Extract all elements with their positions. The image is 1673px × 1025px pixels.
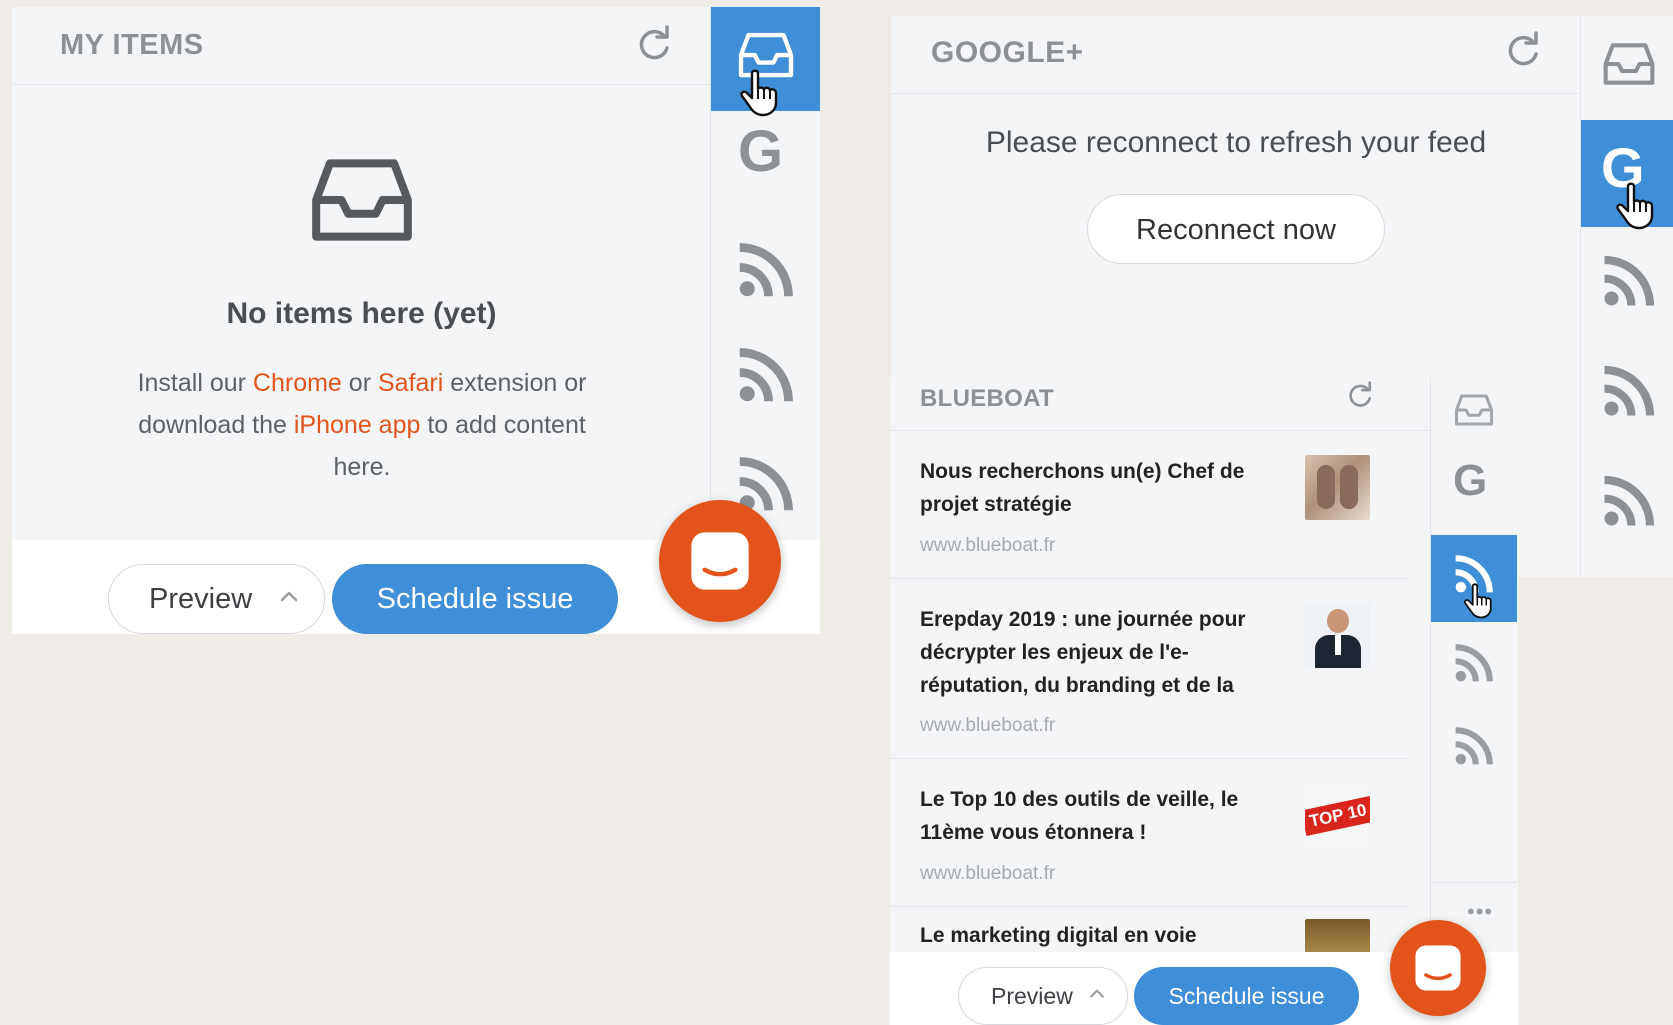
feed-item-source: www.blueboat.fr xyxy=(920,535,1056,556)
my-items-panel: MY ITEMS No items here (yet) Install our… xyxy=(12,7,820,634)
sidebar-item-rss-2[interactable] xyxy=(1581,341,1673,441)
rss-icon xyxy=(1601,253,1657,309)
reconnect-notice: Please reconnect to refresh your feed xyxy=(985,126,1487,159)
feed-item-title: Erepday 2019 : une journée pour décrypte… xyxy=(920,608,1246,697)
rss-icon xyxy=(736,345,796,405)
rss-icon xyxy=(1453,725,1495,767)
preview-button[interactable]: Preview xyxy=(108,564,325,634)
source-sidebar: G xyxy=(711,7,820,540)
panel-title: BLUEBOAT xyxy=(920,385,1054,412)
empty-text-part: Install our xyxy=(137,369,253,397)
feed-item-thumbnail xyxy=(1305,603,1370,668)
empty-state-text: Install our Chrome or Safari extension o… xyxy=(132,362,592,488)
empty-text-part: or xyxy=(341,369,378,397)
feed-item-source: www.blueboat.fr xyxy=(920,863,1056,884)
sidebar-item-my-items[interactable] xyxy=(1431,377,1517,447)
chat-icon xyxy=(1412,942,1464,994)
preview-button[interactable]: Preview xyxy=(958,967,1128,1025)
more-options-icon[interactable]: ••• xyxy=(1467,899,1493,925)
blueboat-header: BLUEBOAT xyxy=(890,377,1430,431)
google-icon: G xyxy=(1453,456,1488,505)
feed-item-thumbnail: TOP 10 xyxy=(1305,783,1370,848)
rss-icon xyxy=(1601,363,1657,419)
hand-cursor-icon xyxy=(739,69,779,117)
chat-button[interactable] xyxy=(1390,920,1486,1016)
preview-label: Preview xyxy=(991,983,1073,1009)
refresh-icon[interactable] xyxy=(634,25,674,65)
sidebar-item-rss-1[interactable] xyxy=(711,222,820,322)
google-icon: G xyxy=(738,119,784,184)
feed-item-thumbnail xyxy=(1305,455,1370,520)
chat-button[interactable] xyxy=(659,500,781,622)
chrome-link[interactable]: Chrome xyxy=(253,369,342,397)
source-sidebar: G xyxy=(1581,16,1673,577)
sidebar-item-google[interactable]: G xyxy=(1431,449,1517,529)
empty-inbox-icon xyxy=(302,145,422,255)
safari-link[interactable]: Safari xyxy=(378,369,443,397)
sidebar-divider xyxy=(1431,882,1517,883)
blueboat-panel: BLUEBOAT Nous recherchons un(e) Chef de … xyxy=(890,377,1518,1025)
rss-icon xyxy=(1601,473,1657,529)
reconnect-now-button[interactable]: Reconnect now xyxy=(1087,194,1385,264)
sidebar-item-my-items[interactable] xyxy=(711,7,820,111)
chevron-up-icon xyxy=(277,585,301,609)
sidebar-item-google[interactable]: G xyxy=(711,117,820,217)
feed-item[interactable]: Le marketing digital en voie xyxy=(890,907,1410,952)
thumbnail-text: TOP 10 xyxy=(1305,796,1370,836)
feed-item[interactable]: Le Top 10 des outils de veille, le 11ème… xyxy=(890,759,1410,907)
inbox-icon xyxy=(1601,36,1657,92)
refresh-icon[interactable] xyxy=(1345,381,1375,411)
hand-cursor-icon xyxy=(1463,583,1493,619)
rss-icon xyxy=(1453,642,1495,684)
iphone-app-link[interactable]: iPhone app xyxy=(294,411,421,439)
google-plus-header: GOOGLE+ xyxy=(891,16,1581,94)
panel-title: MY ITEMS xyxy=(60,29,204,61)
sidebar-item-my-items[interactable] xyxy=(1581,16,1673,116)
sidebar-item-rss-2[interactable] xyxy=(711,327,820,427)
chat-icon xyxy=(687,528,753,594)
hand-cursor-icon xyxy=(1615,182,1655,230)
sidebar-item-google[interactable]: G xyxy=(1581,120,1673,227)
refresh-icon[interactable] xyxy=(1503,31,1543,71)
sidebar-item-rss-2[interactable] xyxy=(1431,622,1517,702)
sidebar-item-rss-1[interactable] xyxy=(1581,231,1673,331)
schedule-issue-button[interactable]: Schedule issue xyxy=(332,564,618,634)
schedule-issue-button[interactable]: Schedule issue xyxy=(1134,967,1359,1025)
sidebar-item-rss-3[interactable] xyxy=(1431,707,1517,787)
preview-label: Preview xyxy=(149,583,253,615)
empty-state-title: No items here (yet) xyxy=(226,297,497,330)
blueboat-content: BLUEBOAT Nous recherchons un(e) Chef de … xyxy=(890,377,1430,1025)
feed-item-title: Le marketing digital en voie xyxy=(920,924,1197,947)
feed-item-source: www.blueboat.fr xyxy=(920,715,1056,736)
sidebar-item-rss-3[interactable] xyxy=(1581,451,1673,551)
feed-item-thumbnail xyxy=(1305,919,1370,952)
sidebar-item-blueboat[interactable] xyxy=(1431,535,1517,622)
panel-title: GOOGLE+ xyxy=(931,36,1084,69)
rss-icon xyxy=(736,240,796,300)
chevron-up-icon xyxy=(1087,984,1107,1004)
my-items-header: MY ITEMS xyxy=(12,7,711,85)
feed-item[interactable]: Nous recherchons un(e) Chef de projet st… xyxy=(890,431,1410,579)
inbox-icon xyxy=(1453,389,1495,431)
feed-item-title: Le Top 10 des outils de veille, le 11ème… xyxy=(920,788,1239,844)
feed-item-title: Nous recherchons un(e) Chef de projet st… xyxy=(920,460,1245,516)
feed-item[interactable]: Erepday 2019 : une journée pour décrypte… xyxy=(890,579,1410,759)
my-items-content: MY ITEMS No items here (yet) Install our… xyxy=(12,7,711,540)
